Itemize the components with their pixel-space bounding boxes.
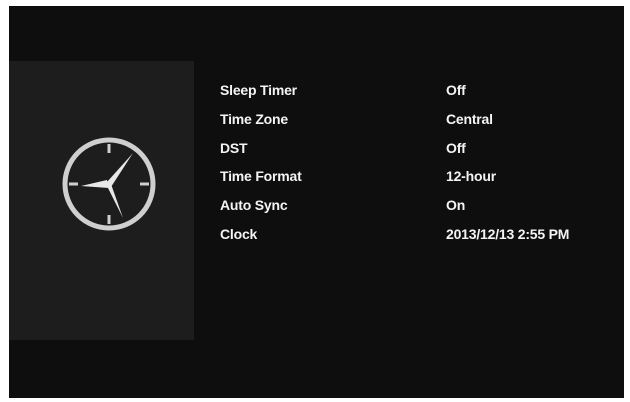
auto-sync-row[interactable]: Auto Sync On (220, 191, 610, 220)
tv-screen: Sleep Timer Off Time Zone Central DST Of… (9, 6, 624, 398)
sleep-timer-value[interactable]: Off (446, 76, 466, 105)
category-panel (9, 61, 194, 340)
auto-sync-value[interactable]: On (446, 191, 465, 220)
auto-sync-label: Auto Sync (220, 197, 288, 214)
clock-value[interactable]: 2013/12/13 2:55 PM (446, 220, 569, 249)
time-format-label: Time Format (220, 168, 302, 185)
time-zone-value[interactable]: Central (446, 105, 493, 134)
sleep-timer-label: Sleep Timer (220, 82, 297, 98)
time-zone-row[interactable]: Time Zone Central (220, 105, 610, 134)
time-format-value[interactable]: 12-hour (446, 162, 496, 191)
dst-row[interactable]: DST Off (220, 134, 610, 163)
time-settings-list: Sleep Timer Off Time Zone Central DST Of… (220, 76, 610, 249)
dst-value[interactable]: Off (446, 134, 466, 163)
sleep-timer-row[interactable]: Sleep Timer Off (220, 76, 610, 105)
clock-label: Clock (220, 225, 258, 242)
time-format-row[interactable]: Time Format 12-hour (220, 162, 610, 191)
dst-label: DST (220, 139, 248, 156)
clock-row[interactable]: Clock 2013/12/13 2:55 PM (220, 220, 610, 249)
time-zone-label: Time Zone (220, 110, 288, 127)
clock-icon (62, 137, 156, 231)
